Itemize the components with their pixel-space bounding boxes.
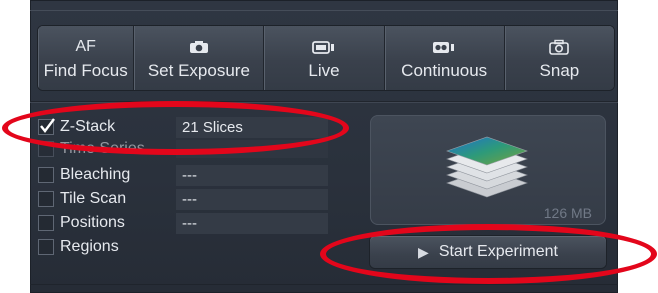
set-exposure-button[interactable]: Set Exposure (134, 26, 265, 90)
time-series-checkbox[interactable] (38, 141, 54, 157)
data-size-label: 126 MB (543, 205, 592, 221)
positions-checkbox[interactable] (38, 215, 54, 231)
stack-layers-icon (446, 136, 528, 198)
snap-button[interactable]: Snap (504, 26, 614, 90)
z-stack-value[interactable]: 21 Slices (176, 116, 328, 138)
bleaching-value[interactable]: --- (176, 164, 328, 186)
camera-icon (189, 35, 209, 59)
option-tile-scan: Tile Scan --- (38, 188, 338, 210)
play-icon: ▶ (418, 243, 429, 260)
live-label: Live (308, 61, 340, 80)
camera-outline-icon (549, 35, 570, 59)
start-experiment-label: Start Experiment (438, 243, 558, 260)
video-camera-icon (312, 35, 336, 59)
top-divider (30, 10, 618, 11)
option-z-stack: Z-Stack 21 Slices (38, 116, 338, 138)
live-button[interactable]: Live (264, 26, 385, 90)
regions-label: Regions (60, 238, 119, 255)
positions-value[interactable]: --- (176, 212, 328, 234)
positions-label: Positions (60, 214, 125, 231)
option-bleaching: Bleaching --- (38, 164, 338, 186)
option-regions: Regions (38, 236, 338, 258)
video-camera-icon (432, 35, 456, 59)
experiment-preview: 126 MB (370, 115, 606, 225)
tile-scan-label: Tile Scan (60, 190, 127, 207)
tile-scan-checkbox[interactable] (38, 191, 54, 207)
bleaching-checkbox[interactable] (38, 167, 54, 183)
bottom-divider (30, 284, 618, 285)
time-series-label: Time Series (60, 140, 145, 157)
set-exposure-label: Set Exposure (147, 61, 250, 80)
option-positions: Positions --- (38, 212, 338, 234)
tile-scan-value[interactable]: --- (176, 188, 328, 210)
option-time-series: Time Series (38, 140, 338, 158)
continuous-button[interactable]: Continuous (384, 26, 505, 90)
checkmark-icon (40, 118, 55, 133)
start-experiment-button[interactable]: ▶ Start Experiment (370, 236, 606, 268)
section-divider (30, 101, 618, 102)
find-focus-button[interactable]: AF Find Focus (38, 26, 135, 90)
acquisition-toolbar: AF Find Focus Set Exposure Live Continuo… (38, 26, 614, 90)
regions-checkbox[interactable] (38, 239, 54, 255)
z-stack-checkbox[interactable] (38, 118, 55, 135)
af-label: AF (75, 38, 96, 55)
snap-label: Snap (539, 61, 580, 80)
find-focus-label: Find Focus (43, 61, 128, 80)
acquisition-panel: AF Find Focus Set Exposure Live Continuo… (30, 0, 618, 293)
bleaching-label: Bleaching (60, 166, 131, 183)
continuous-label: Continuous (401, 61, 488, 80)
time-series-value[interactable] (176, 140, 328, 158)
z-stack-label: Z-Stack (60, 118, 116, 135)
